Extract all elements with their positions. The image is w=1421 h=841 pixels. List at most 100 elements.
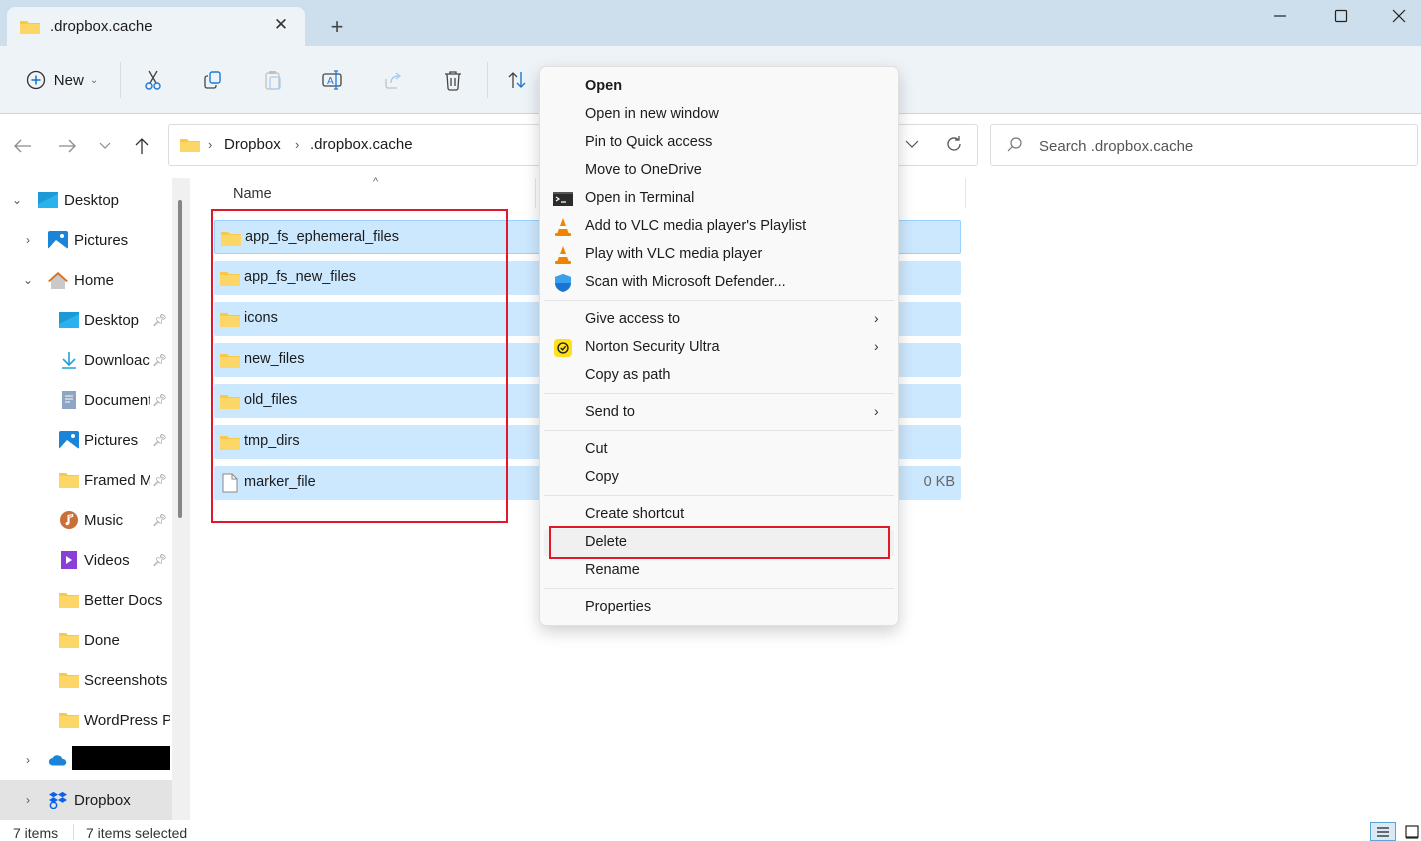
file-name: app_fs_ephemeral_files [245, 229, 399, 245]
pin-icon[interactable]: 📌︎ [152, 553, 167, 567]
column-divider[interactable] [965, 178, 966, 208]
menu-item-norton[interactable]: Norton Security Ultra › [544, 334, 894, 362]
menu-item-copy-path[interactable]: Copy as path [544, 362, 894, 390]
sidebar-scrollbar[interactable] [172, 178, 190, 820]
chevron-right-icon: › [874, 403, 879, 419]
menu-item-open[interactable]: Open [544, 73, 894, 101]
chevron-right-icon[interactable]: › [20, 752, 36, 768]
breadcrumb-chevron-icon[interactable]: › [295, 137, 299, 152]
search-input[interactable] [1039, 134, 1399, 158]
folder-icon [20, 21, 40, 34]
sidebar-item-framed[interactable]: Framed M 📌︎ [0, 460, 172, 500]
sidebar-item-label: Music [84, 511, 124, 529]
menu-item-give-access[interactable]: Give access to › [544, 306, 894, 334]
dropbox-icon [49, 791, 67, 809]
pictures-icon [48, 231, 68, 249]
details-view-button[interactable] [1370, 822, 1396, 841]
tiles-view-button[interactable] [1399, 822, 1421, 841]
sidebar-item-desktop-pinned[interactable]: Desktop 📌︎ [0, 300, 172, 340]
column-divider[interactable] [535, 178, 536, 208]
sidebar-item-label: Desktop [64, 191, 120, 209]
breadcrumb-dropbox[interactable]: Dropbox [224, 136, 281, 153]
sidebar-item-screenshots[interactable]: Screenshots [0, 660, 172, 700]
sidebar-item-label: Document [84, 391, 150, 409]
vlc-icon [555, 246, 571, 264]
menu-item-open-terminal[interactable]: Open in Terminal [544, 185, 894, 213]
sidebar-item-documents[interactable]: Document 📌︎ [0, 380, 172, 420]
menu-item-properties[interactable]: Properties [544, 594, 894, 622]
sidebar-item-desktop[interactable]: ⌄ Desktop [0, 180, 172, 220]
cut-button[interactable] [137, 60, 169, 100]
scrollbar-thumb[interactable] [178, 200, 182, 518]
search-box[interactable] [990, 124, 1418, 166]
sidebar-item-videos[interactable]: Videos 📌︎ [0, 540, 172, 580]
menu-item-send-to[interactable]: Send to › [544, 399, 894, 427]
trash-icon [445, 71, 461, 91]
paste-button[interactable] [257, 60, 289, 100]
chevron-down-icon [99, 142, 111, 149]
chevron-right-icon[interactable]: › [20, 792, 36, 808]
menu-item-play-vlc[interactable]: Play with VLC media player [544, 241, 894, 269]
sidebar-item-better-docs[interactable]: Better Docs [0, 580, 172, 620]
sidebar-item-pictures[interactable]: › Pictures [0, 220, 172, 260]
sort-icon [508, 72, 526, 88]
minimize-button[interactable] [1257, 2, 1303, 30]
music-icon [60, 511, 78, 529]
close-window-button[interactable] [1376, 2, 1421, 30]
menu-item-scan-defender[interactable]: Scan with Microsoft Defender... [544, 269, 894, 297]
menu-item-create-shortcut[interactable]: Create shortcut [544, 501, 894, 529]
chevron-right-icon[interactable]: › [20, 232, 36, 248]
menu-item-rename[interactable]: Rename [544, 557, 894, 585]
pin-icon[interactable]: 📌︎ [152, 313, 167, 327]
forward-button[interactable] [52, 131, 82, 161]
sidebar-item-home[interactable]: ⌄ Home [0, 260, 172, 300]
sort-button[interactable] [501, 60, 533, 100]
folder-icon [59, 633, 79, 648]
new-button[interactable]: New ⌄ [14, 60, 110, 100]
tab-dropbox-cache[interactable]: .dropbox.cache ✕ [7, 7, 305, 47]
breadcrumb-chevron-icon[interactable]: › [208, 137, 212, 152]
menu-item-vlc-playlist[interactable]: Add to VLC media player's Playlist [544, 213, 894, 241]
share-button[interactable] [377, 60, 409, 100]
chevron-down-icon[interactable]: ⌄ [20, 272, 36, 288]
recent-locations-button[interactable] [90, 131, 120, 161]
sidebar-item-dropbox[interactable]: › Dropbox [0, 780, 172, 820]
navigation-pane: ⌄ Desktop › Pictures ⌄ Home Desktop 📌︎ D… [0, 178, 172, 820]
menu-item-pin-quick-access[interactable]: Pin to Quick access [544, 129, 894, 157]
folder-icon [220, 395, 240, 409]
tab-close-icon[interactable]: ✕ [269, 13, 293, 37]
close-icon [1392, 9, 1406, 23]
sidebar-item-pictures-pinned[interactable]: Pictures 📌︎ [0, 420, 172, 460]
pin-icon[interactable]: 📌︎ [152, 473, 167, 487]
menu-item-move-onedrive[interactable]: Move to OneDrive [544, 157, 894, 185]
sidebar-item-downloads[interactable]: Downloac 📌︎ [0, 340, 172, 380]
pin-icon[interactable]: 📌︎ [152, 513, 167, 527]
breadcrumb-dropbox-cache[interactable]: .dropbox.cache [310, 136, 413, 153]
maximize-button[interactable] [1318, 2, 1364, 30]
new-tab-button[interactable]: + [322, 14, 352, 40]
delete-button[interactable] [437, 60, 469, 100]
menu-item-cut[interactable]: Cut [544, 436, 894, 464]
sidebar-item-done[interactable]: Done [0, 620, 172, 660]
column-header-name[interactable]: Name [233, 186, 272, 202]
pin-icon[interactable]: 📌︎ [152, 353, 167, 367]
pin-icon[interactable]: 📌︎ [152, 433, 167, 447]
sidebar-item-wordpress[interactable]: WordPress Pi [0, 700, 172, 740]
toolbar-divider [487, 62, 488, 98]
tiles-view-icon [1405, 824, 1419, 839]
menu-item-delete[interactable]: Delete [544, 529, 894, 557]
back-button[interactable] [8, 131, 38, 161]
up-button[interactable] [127, 131, 157, 161]
chevron-down-icon[interactable]: ⌄ [9, 192, 25, 208]
pin-icon[interactable]: 📌︎ [152, 393, 167, 407]
sidebar-item-label: Pictures [84, 431, 139, 449]
menu-item-copy[interactable]: Copy [544, 464, 894, 492]
sidebar-item-music[interactable]: Music 📌︎ [0, 500, 172, 540]
chevron-right-icon: › [874, 310, 879, 326]
address-history-button[interactable] [905, 137, 919, 153]
rename-button[interactable]: A [317, 60, 349, 100]
refresh-button[interactable] [945, 135, 963, 157]
menu-item-open-new-window[interactable]: Open in new window [544, 101, 894, 129]
file-name: icons [244, 310, 278, 326]
copy-button[interactable] [197, 60, 229, 100]
